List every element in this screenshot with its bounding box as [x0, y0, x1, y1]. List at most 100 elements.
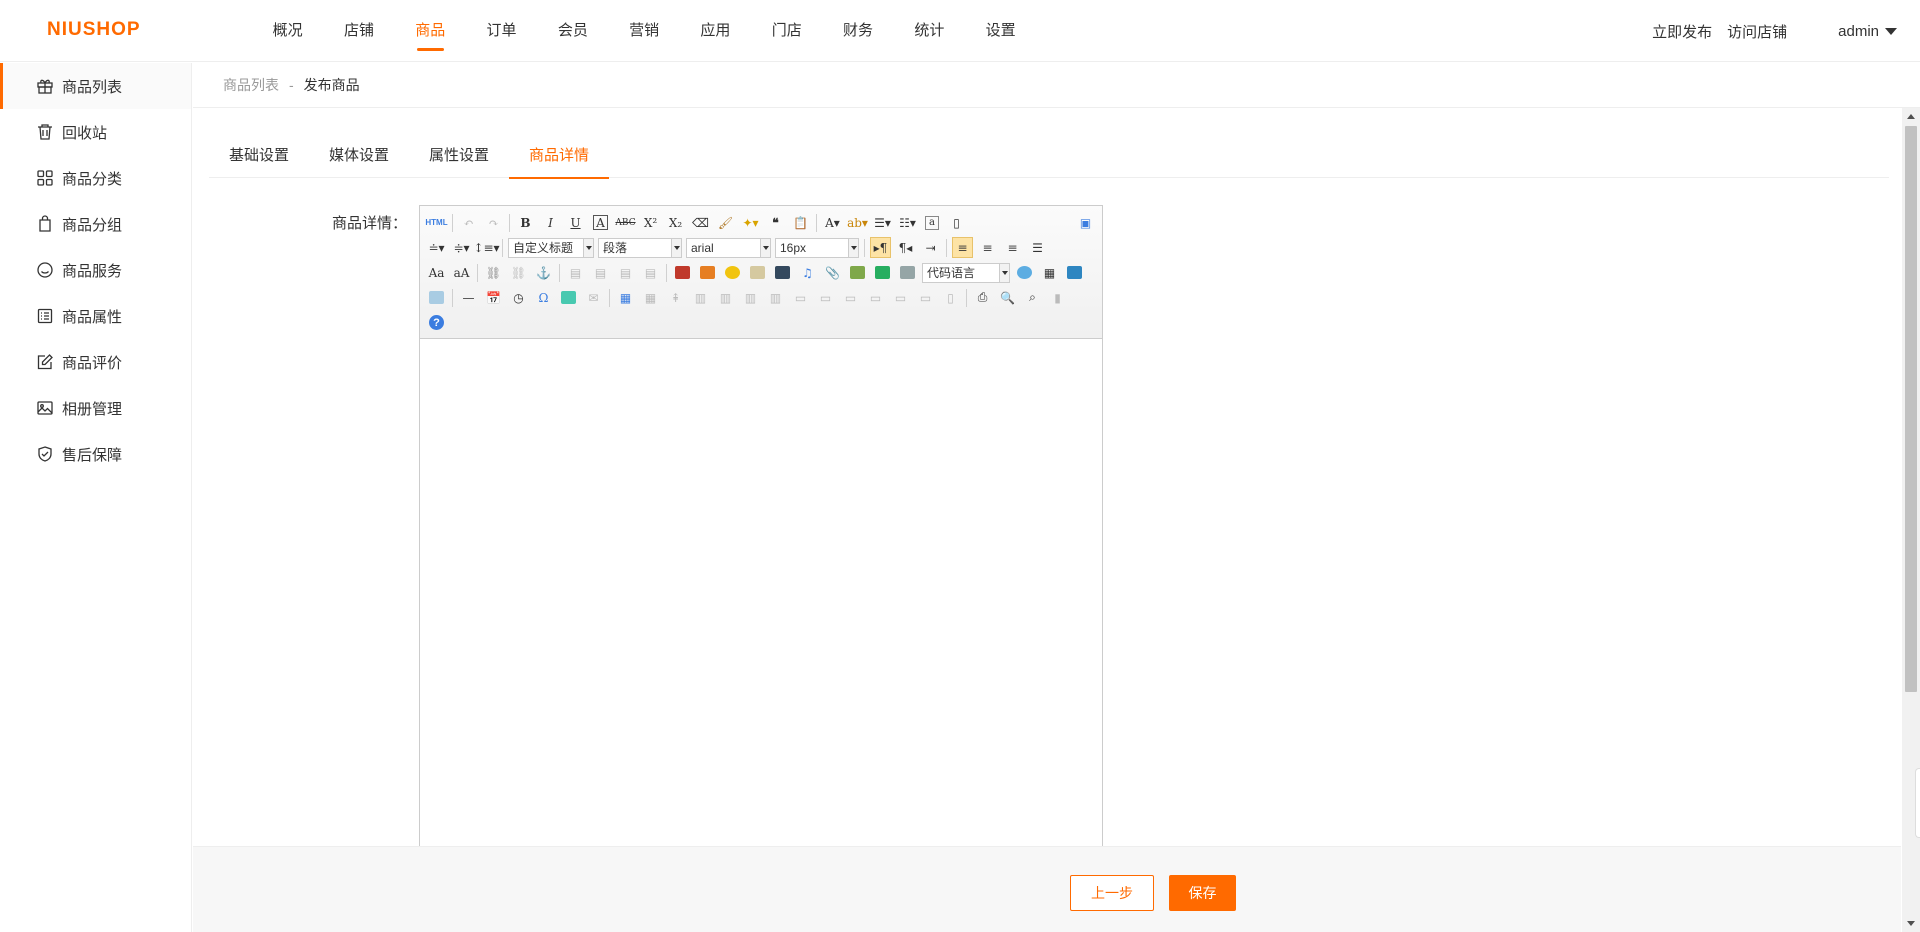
paragraph-select[interactable]: 段落 — [598, 237, 682, 258]
select-all-icon[interactable]: a — [925, 215, 939, 230]
nav-store[interactable]: 店铺 — [323, 0, 394, 62]
nav-marketing[interactable]: 营销 — [608, 0, 679, 62]
delete-table-icon[interactable]: ▦ — [640, 287, 661, 308]
nav-stores[interactable]: 门店 — [751, 0, 822, 62]
ordered-list-icon[interactable]: ☰▾ — [872, 212, 893, 233]
chart-icon[interactable]: ▯ — [940, 287, 961, 308]
nav-orders[interactable]: 订单 — [466, 0, 537, 62]
subscript-icon[interactable]: X₂ — [665, 212, 686, 233]
horizontal-rule-icon[interactable]: — — [458, 287, 479, 308]
ltr-icon[interactable]: ▸¶ — [870, 237, 891, 258]
spellcheck-icon[interactable]: ✉ — [583, 287, 604, 308]
clear-doc-icon[interactable]: ▯ — [946, 212, 967, 233]
align-left-icon[interactable]: ≡ — [952, 237, 973, 258]
nav-apps[interactable]: 应用 — [680, 0, 751, 62]
underline-icon[interactable]: U — [565, 212, 586, 233]
anchor-icon[interactable]: ⚓ — [533, 262, 554, 283]
font-family-select[interactable]: arial — [686, 237, 771, 258]
print-icon[interactable]: ⎙ — [972, 287, 993, 308]
insert-row-icon[interactable]: ▥ — [690, 287, 711, 308]
image-left-icon[interactable]: ▤ — [590, 262, 611, 283]
line-height-icon[interactable]: ↕≡▾ — [473, 237, 499, 258]
publish-link[interactable]: 立即发布 — [1652, 21, 1712, 42]
template-icon[interactable]: ▦ — [1039, 262, 1060, 283]
bold-icon[interactable]: B — [515, 212, 536, 233]
format-brush-icon[interactable]: 🖌 — [715, 212, 736, 233]
image-center-icon[interactable]: ▤ — [640, 262, 661, 283]
insert-col-icon[interactable]: ▥ — [740, 287, 761, 308]
floating-side-tab[interactable] — [1915, 768, 1920, 838]
row-spacing-bottom-icon[interactable]: ≑▾ — [451, 237, 472, 258]
insert-video-icon[interactable] — [772, 262, 793, 283]
sidebar-item-service[interactable]: 商品服务 — [0, 247, 191, 293]
align-right-icon[interactable]: ≡ — [1002, 237, 1023, 258]
blockquote-icon[interactable]: ❝ — [765, 212, 786, 233]
insert-frame-icon[interactable] — [897, 262, 918, 283]
tab-media[interactable]: 媒体设置 — [309, 142, 409, 178]
lowercase-icon[interactable]: aA — [451, 262, 472, 283]
page-break-icon[interactable] — [1014, 262, 1035, 283]
drafts-icon[interactable]: ▮ — [1047, 287, 1068, 308]
nav-goods[interactable]: 商品 — [395, 0, 466, 62]
indent-icon[interactable]: ⇥ — [920, 237, 941, 258]
sidebar-item-aftersale[interactable]: 售后保障 — [0, 431, 191, 477]
heading-select[interactable]: 自定义标题 — [508, 237, 594, 258]
font-size-select[interactable]: 16px — [775, 237, 859, 258]
preview-icon[interactable]: 🔍 — [997, 287, 1018, 308]
scroll-down-icon[interactable] — [1907, 921, 1915, 926]
html-source-button[interactable]: HTML — [425, 212, 447, 233]
insert-image-icon[interactable] — [697, 262, 718, 283]
special-chars-icon[interactable]: Ω — [533, 287, 554, 308]
editor-content-area[interactable] — [420, 339, 1102, 854]
paste-plain-icon[interactable]: 📋 — [790, 212, 811, 233]
wordimage-icon[interactable] — [426, 287, 447, 308]
eraser-icon[interactable]: ⌫ — [690, 212, 711, 233]
sidebar-item-category[interactable]: 商品分类 — [0, 155, 191, 201]
scroll-up-icon[interactable] — [1907, 114, 1915, 119]
scroll-thumb[interactable] — [1905, 126, 1917, 692]
tab-attributes[interactable]: 属性设置 — [409, 142, 509, 178]
split-cells-icon[interactable]: ▭ — [865, 287, 886, 308]
fullscreen-icon[interactable]: ▣ — [1075, 212, 1096, 233]
nav-finance[interactable]: 财务 — [822, 0, 893, 62]
prev-step-button[interactable]: 上一步 — [1070, 875, 1154, 911]
italic-icon[interactable]: I — [540, 212, 561, 233]
snapscreen-icon[interactable] — [558, 287, 579, 308]
align-justify-icon[interactable]: ☰ — [1027, 237, 1048, 258]
image-none-icon[interactable]: ▤ — [565, 262, 586, 283]
nav-settings[interactable]: 设置 — [965, 0, 1036, 62]
tab-details[interactable]: 商品详情 — [509, 142, 610, 179]
nav-overview[interactable]: 概况 — [252, 0, 323, 62]
sidebar-item-attribute[interactable]: 商品属性 — [0, 293, 191, 339]
simple-upload-icon[interactable] — [672, 262, 693, 283]
user-menu[interactable]: admin — [1838, 23, 1897, 40]
image-right-icon[interactable]: ▤ — [615, 262, 636, 283]
strikethrough-icon[interactable]: ABC — [615, 212, 636, 233]
search-replace-icon[interactable]: ⌕ — [1022, 287, 1043, 308]
delete-col-icon[interactable]: ▥ — [765, 287, 786, 308]
gmap-icon[interactable] — [872, 262, 893, 283]
save-button[interactable]: 保存 — [1169, 875, 1236, 911]
link-icon[interactable]: ⛓ — [483, 262, 504, 283]
insert-paragraph-before-table-icon[interactable]: ⇞ — [665, 287, 686, 308]
uppercase-icon[interactable]: Aa — [426, 262, 447, 283]
tab-basic[interactable]: 基础设置 — [209, 142, 309, 178]
date-icon[interactable]: 📅 — [483, 287, 504, 308]
merge-right-icon[interactable]: ▭ — [815, 287, 836, 308]
redo-icon[interactable]: ↷ — [483, 212, 504, 233]
sidebar-item-album[interactable]: 相册管理 — [0, 385, 191, 431]
help-icon[interactable]: ? — [426, 312, 447, 333]
sidebar-item-group[interactable]: 商品分组 — [0, 201, 191, 247]
visit-store-link[interactable]: 访问店铺 — [1727, 21, 1787, 42]
nav-stats[interactable]: 统计 — [894, 0, 965, 62]
map-icon[interactable] — [847, 262, 868, 283]
background-icon[interactable] — [1064, 262, 1085, 283]
row-spacing-top-icon[interactable]: ≐▾ — [426, 237, 447, 258]
delete-row-icon[interactable]: ▥ — [715, 287, 736, 308]
merge-down-icon[interactable]: ▭ — [840, 287, 861, 308]
unlink-icon[interactable]: ⛓ — [508, 262, 529, 283]
rtl-icon[interactable]: ¶◂ — [895, 237, 916, 258]
sidebar-item-goods-list[interactable]: 商品列表 — [0, 63, 191, 109]
time-icon[interactable]: ◷ — [508, 287, 529, 308]
emotion-icon[interactable] — [722, 262, 743, 283]
